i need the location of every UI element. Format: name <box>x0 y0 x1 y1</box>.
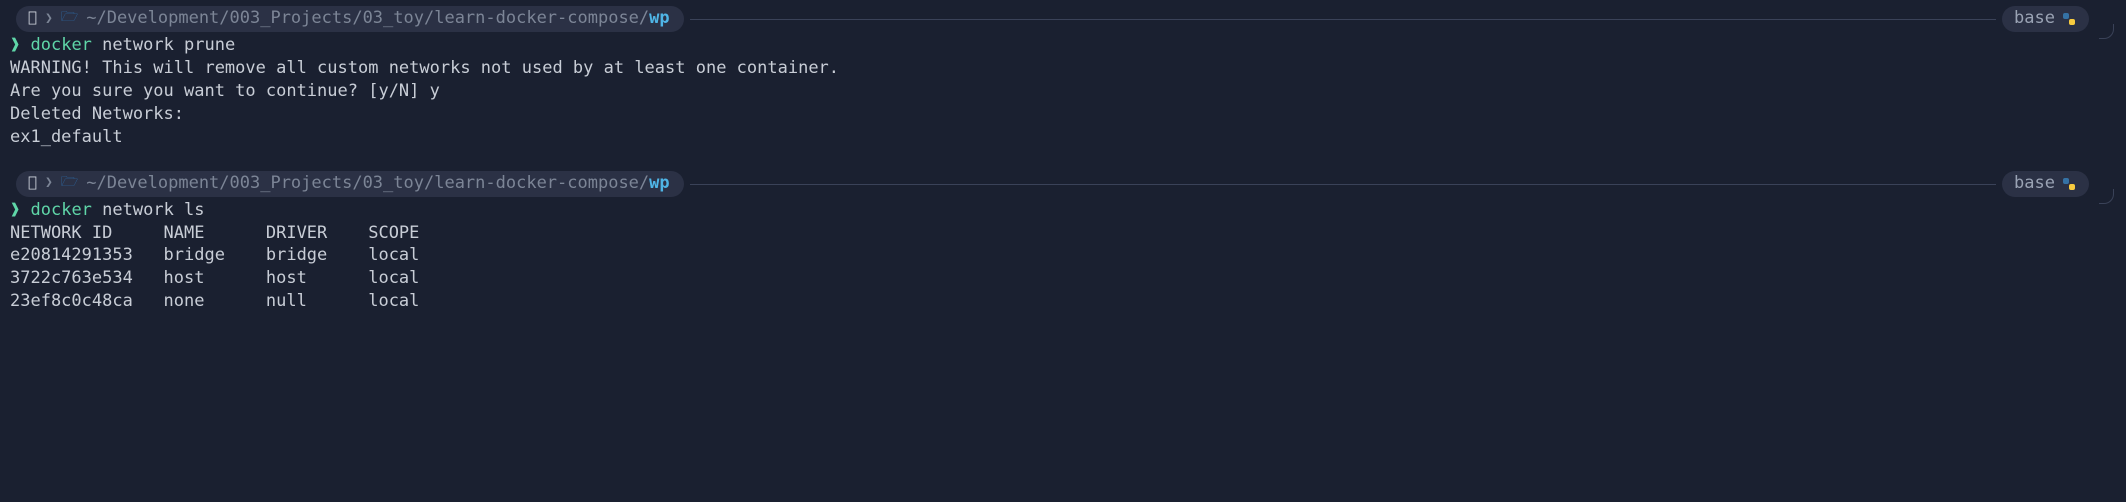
cwd-path: ~/Development/003_Projects/03_toy/learn-… <box>86 172 669 195</box>
cwd-path: ~/Development/003_Projects/03_toy/learn-… <box>86 7 669 30</box>
chevron-right-icon: ❯ <box>45 174 53 192</box>
prompt-status-bar:  ❯ 🗁 ~/Development/003_Projects/03_toy/… <box>10 6 2116 32</box>
command-token: docker <box>31 35 92 55</box>
prompt-status-bar:  ❯ 🗁 ~/Development/003_Projects/03_toy/… <box>10 171 2116 197</box>
prompt-chevron-icon: ❱ <box>10 35 20 55</box>
env-capsule: base <box>2002 171 2089 197</box>
divider-line <box>690 184 1996 185</box>
command-args: network prune <box>92 35 235 55</box>
python-icon <box>2063 178 2075 190</box>
env-capsule: base <box>2002 6 2089 32</box>
path-capsule:  ❯ 🗁 ~/Development/003_Projects/03_toy/… <box>16 6 684 32</box>
prompt-chevron-icon: ❱ <box>10 200 20 220</box>
apple-icon:  <box>28 172 37 192</box>
divider-line <box>690 19 1996 20</box>
path-prefix: ~/Development/003_Projects/03_toy/learn-… <box>86 173 649 193</box>
path-capsule:  ❯ 🗁 ~/Development/003_Projects/03_toy/… <box>16 171 684 197</box>
command-token: docker <box>31 200 92 220</box>
apple-icon:  <box>28 7 37 27</box>
python-icon <box>2063 13 2075 25</box>
command-line[interactable]: ❱ docker network ls <box>10 199 2116 222</box>
command-args: network ls <box>92 200 205 220</box>
command-line[interactable]: ❱ docker network prune <box>10 34 2116 57</box>
terminal-block:  ❯ 🗁 ~/Development/003_Projects/03_toy/… <box>10 171 2116 314</box>
chevron-right-icon: ❯ <box>45 10 53 28</box>
path-cwd: wp <box>649 173 669 193</box>
folder-open-icon: 🗁 <box>61 8 78 27</box>
command-output: WARNING! This will remove all custom net… <box>10 57 2116 149</box>
folder-open-icon: 🗁 <box>61 173 78 192</box>
path-cwd: wp <box>649 8 669 28</box>
terminal-block:  ❯ 🗁 ~/Development/003_Projects/03_toy/… <box>10 6 2116 149</box>
command-output: NETWORK ID NAME DRIVER SCOPE e2081429135… <box>10 222 2116 314</box>
env-label: base <box>2014 172 2055 195</box>
env-label: base <box>2014 7 2055 30</box>
path-prefix: ~/Development/003_Projects/03_toy/learn-… <box>86 8 649 28</box>
